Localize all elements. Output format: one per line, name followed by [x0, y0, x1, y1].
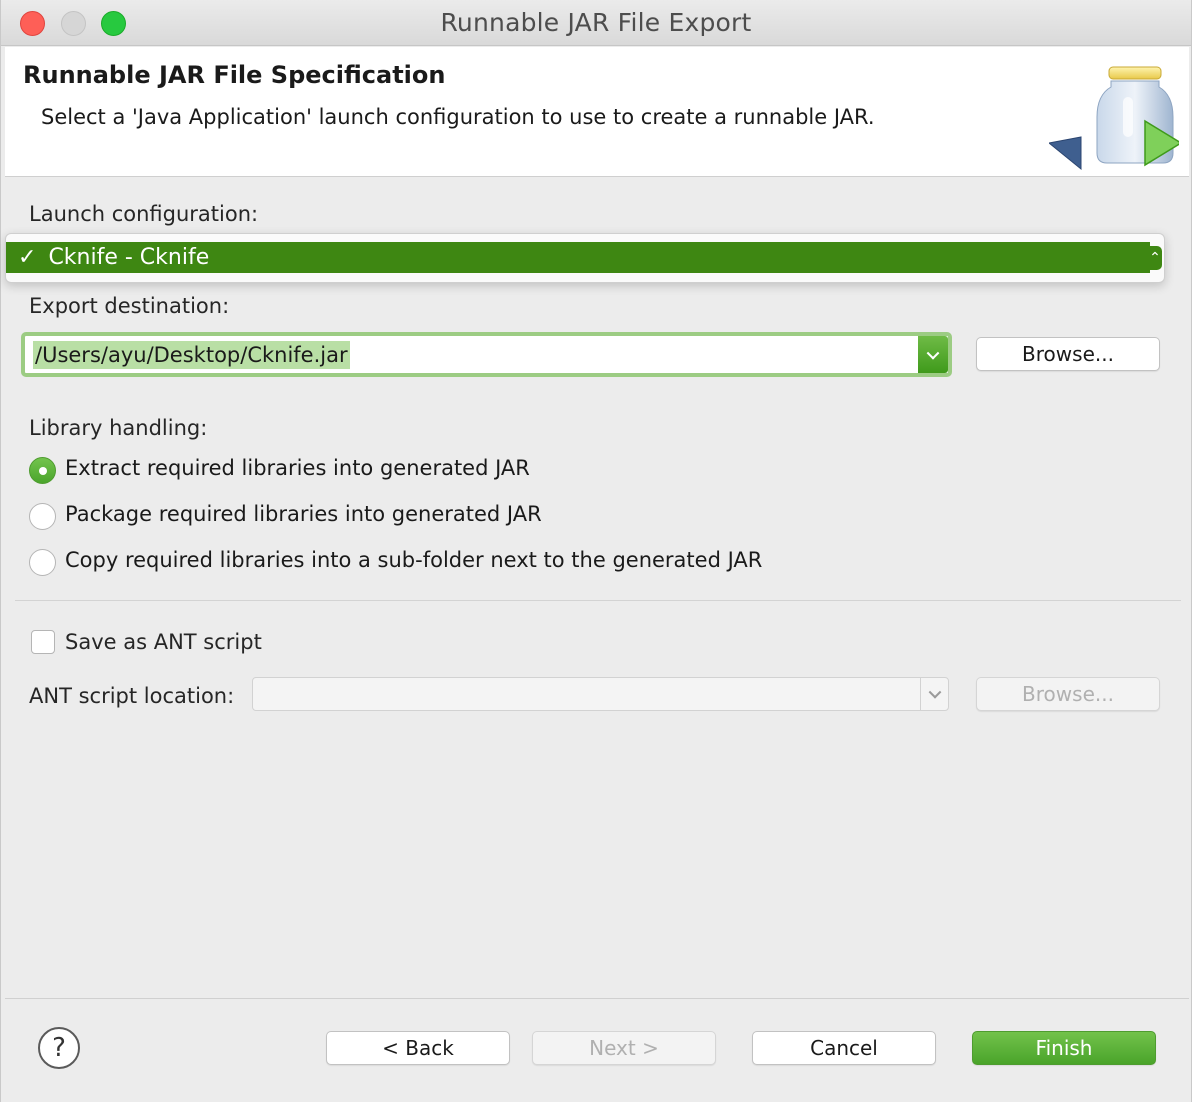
library-handling-label: Library handling:: [29, 416, 208, 440]
dialog-window: Runnable JAR File Export Runnable JAR Fi…: [0, 0, 1192, 1102]
ant-script-location-label: ANT script location:: [29, 684, 235, 708]
radio-extract[interactable]: [29, 457, 56, 484]
window-title: Runnable JAR File Export: [440, 8, 752, 37]
ant-browse-button: Browse...: [976, 677, 1160, 711]
chevron-down-icon: [926, 346, 940, 360]
title-bar: Runnable JAR File Export: [1, 0, 1191, 46]
wizard-header: Runnable JAR File Specification Select a…: [5, 47, 1189, 177]
page-title: Runnable JAR File Specification: [23, 61, 446, 89]
page-description: Select a 'Java Application' launch confi…: [41, 105, 875, 129]
checkmark-icon: ✓: [18, 245, 37, 270]
chevron-down-icon: [928, 685, 941, 699]
save-ant-script-checkbox[interactable]: [31, 630, 55, 654]
save-ant-script-label[interactable]: Save as ANT script: [65, 630, 262, 654]
radio-package-label[interactable]: Package required libraries into generate…: [65, 502, 542, 526]
chevron-updown-icon[interactable]: ⌃: [1148, 246, 1162, 270]
radio-package[interactable]: [29, 503, 56, 530]
ant-script-location-combo: [252, 677, 949, 711]
launch-configuration-value: Cknife - Cknife: [48, 245, 210, 270]
help-icon[interactable]: ?: [38, 1027, 80, 1069]
finish-button[interactable]: Finish: [972, 1031, 1156, 1065]
back-button[interactable]: < Back: [326, 1031, 510, 1065]
launch-configuration-dropdown[interactable]: ✓ Cknife - Cknife ⌃: [5, 233, 1165, 283]
launch-configuration-selected-option[interactable]: ✓ Cknife - Cknife: [6, 242, 1150, 273]
radio-copy[interactable]: [29, 549, 56, 576]
launch-configuration-label: Launch configuration:: [29, 202, 259, 226]
export-destination-combo[interactable]: /Users/ayu/Desktop/Cknife.jar: [21, 332, 952, 377]
cancel-button[interactable]: Cancel: [752, 1031, 936, 1065]
radio-copy-label[interactable]: Copy required libraries into a sub-folde…: [65, 548, 762, 572]
export-destination-dropdown-button[interactable]: [918, 336, 948, 373]
next-button: Next >: [532, 1031, 716, 1065]
footer-divider: [5, 998, 1189, 999]
ant-location-dropdown-button: [920, 678, 948, 710]
jar-export-icon: [1049, 66, 1179, 171]
export-destination-label: Export destination:: [29, 294, 230, 318]
section-divider: [15, 600, 1181, 601]
export-destination-input[interactable]: /Users/ayu/Desktop/Cknife.jar: [33, 341, 350, 369]
export-browse-button[interactable]: Browse...: [976, 337, 1160, 371]
radio-extract-label[interactable]: Extract required libraries into generate…: [65, 456, 530, 480]
